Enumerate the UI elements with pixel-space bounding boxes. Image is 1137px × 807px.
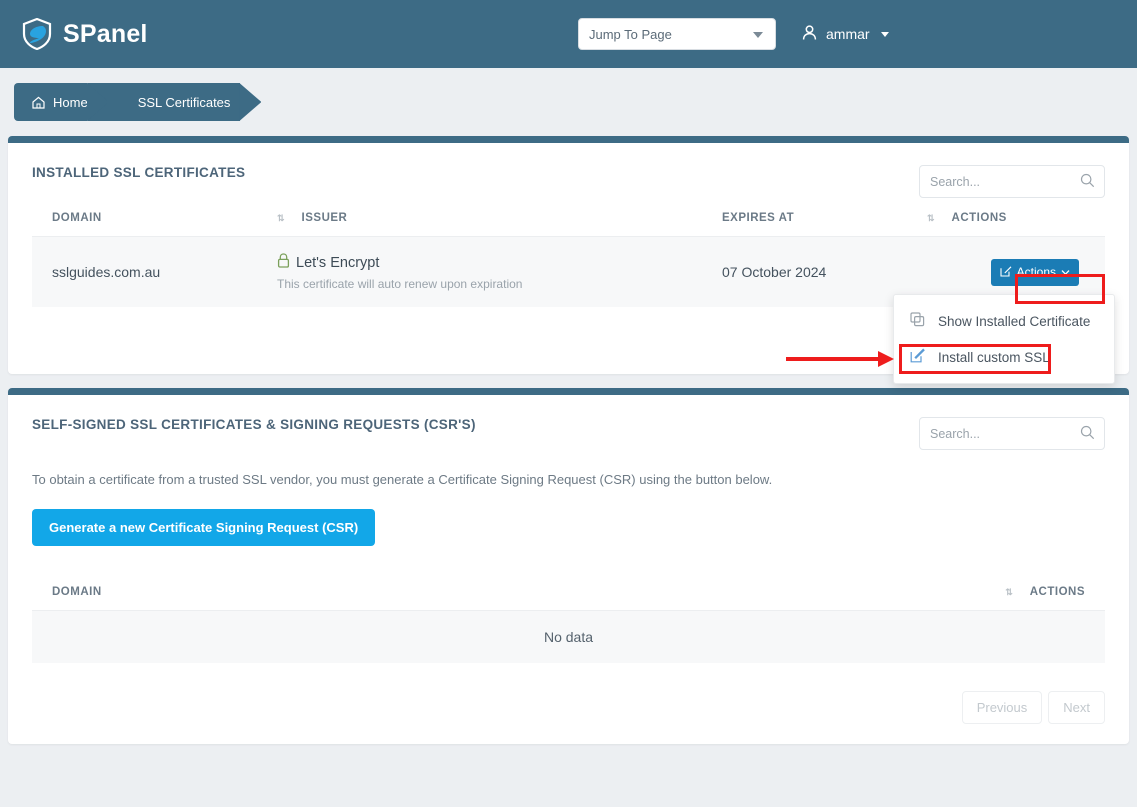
issuer-note: This certificate will auto renew upon ex…: [277, 277, 722, 291]
installed-search-placeholder: Search...: [930, 175, 980, 189]
top-bar-right: Jump To Page ammar: [578, 0, 889, 68]
row-actions-label: Actions: [1017, 265, 1056, 279]
generate-csr-button[interactable]: Generate a new Certificate Signing Reque…: [32, 509, 375, 546]
jump-to-page-value: Jump To Page: [589, 27, 672, 42]
breadcrumb-separator-icon: [87, 83, 109, 121]
column-header-actions[interactable]: ⇅ ACTIONS: [473, 572, 1105, 611]
column-label: ACTIONS: [1030, 586, 1085, 598]
installed-ssl-card: INSTALLED SSL CERTIFICATES Search... DOM…: [8, 136, 1129, 374]
column-label: DOMAIN: [52, 212, 102, 224]
installed-search-input[interactable]: Search...: [919, 165, 1105, 198]
self-signed-description: To obtain a certificate from a trusted S…: [32, 472, 1105, 487]
next-page-button[interactable]: Next: [1048, 691, 1105, 724]
self-signed-card-title: SELF-SIGNED SSL CERTIFICATES & SIGNING R…: [32, 417, 476, 432]
column-header-expires-at[interactable]: EXPIRES AT: [722, 198, 927, 237]
column-label: DOMAIN: [52, 586, 102, 598]
menu-item-show-installed-certificate[interactable]: Show Installed Certificate: [894, 303, 1114, 339]
column-header-issuer[interactable]: ⇅ ISSUER: [277, 198, 722, 237]
self-signed-search-input[interactable]: Search...: [919, 417, 1105, 450]
jump-to-page-select[interactable]: Jump To Page: [578, 18, 776, 50]
edit-square-icon: [910, 348, 925, 366]
table-empty-row: No data: [32, 611, 1105, 664]
menu-item-label: Show Installed Certificate: [938, 314, 1090, 329]
copy-icon: [910, 312, 925, 330]
user-name: ammar: [826, 26, 870, 42]
lock-icon: [277, 253, 290, 272]
empty-state-text: No data: [32, 611, 1105, 663]
user-icon: [802, 25, 817, 44]
menu-item-install-custom-ssl[interactable]: Install custom SSL: [894, 339, 1114, 375]
self-signed-table: DOMAIN ⇅ ACTIONS No data: [32, 572, 1105, 663]
row-actions-dropdown: Show Installed Certificate Install custo…: [893, 294, 1115, 384]
table-header-row: DOMAIN ⇅ ACTIONS: [32, 572, 1105, 611]
column-label: ISSUER: [302, 212, 348, 224]
column-label: ACTIONS: [952, 212, 1007, 224]
installed-ssl-table: DOMAIN ⇅ ISSUER EXPIRES AT: [32, 198, 1105, 307]
breadcrumb-item-current: SSL Certificates: [108, 83, 241, 121]
table-header-row: DOMAIN ⇅ ISSUER EXPIRES AT: [32, 198, 1105, 237]
edit-square-icon: [1000, 265, 1012, 280]
sort-updown-icon[interactable]: ⇅: [277, 213, 284, 224]
breadcrumb-home-label: Home: [53, 95, 88, 110]
column-label: EXPIRES AT: [722, 212, 794, 224]
cell-issuer: Let's Encrypt This certificate will auto…: [277, 237, 722, 308]
previous-page-button[interactable]: Previous: [962, 691, 1043, 724]
home-icon: [32, 96, 45, 109]
chevron-down-icon: [753, 32, 763, 38]
breadcrumb: Home SSL Certificates: [0, 68, 1137, 136]
issuer-name: Let's Encrypt: [296, 255, 379, 271]
sort-updown-icon[interactable]: ⇅: [1005, 587, 1012, 598]
search-icon: [1080, 425, 1095, 445]
menu-item-label: Install custom SSL: [938, 350, 1050, 365]
breadcrumb-current-label: SSL Certificates: [138, 95, 231, 110]
caret-down-icon: [881, 32, 889, 37]
self-signed-pagination: Previous Next: [32, 663, 1105, 726]
spanel-shield-logo-icon: [22, 18, 52, 50]
breadcrumb-item-home[interactable]: Home: [14, 83, 108, 121]
card-top-strip: [8, 388, 1129, 395]
cell-domain: sslguides.com.au: [32, 237, 277, 308]
self-signed-search-placeholder: Search...: [930, 427, 980, 441]
top-bar: SPanel Jump To Page ammar: [0, 0, 1137, 68]
row-actions-button[interactable]: Actions: [991, 259, 1079, 286]
card-top-strip: [8, 136, 1129, 143]
brand-name: SPanel: [63, 20, 148, 49]
installed-card-title: INSTALLED SSL CERTIFICATES: [32, 165, 245, 180]
sort-updown-icon[interactable]: ⇅: [927, 213, 934, 224]
user-menu[interactable]: ammar: [802, 25, 889, 44]
column-header-domain[interactable]: DOMAIN: [32, 572, 473, 611]
column-header-actions[interactable]: ⇅ ACTIONS: [927, 198, 1105, 237]
search-icon: [1080, 173, 1095, 193]
column-header-domain[interactable]: DOMAIN: [32, 198, 277, 237]
brand[interactable]: SPanel: [22, 18, 148, 50]
chevron-down-icon: [1061, 265, 1070, 279]
self-signed-ssl-card: SELF-SIGNED SSL CERTIFICATES & SIGNING R…: [8, 388, 1129, 744]
